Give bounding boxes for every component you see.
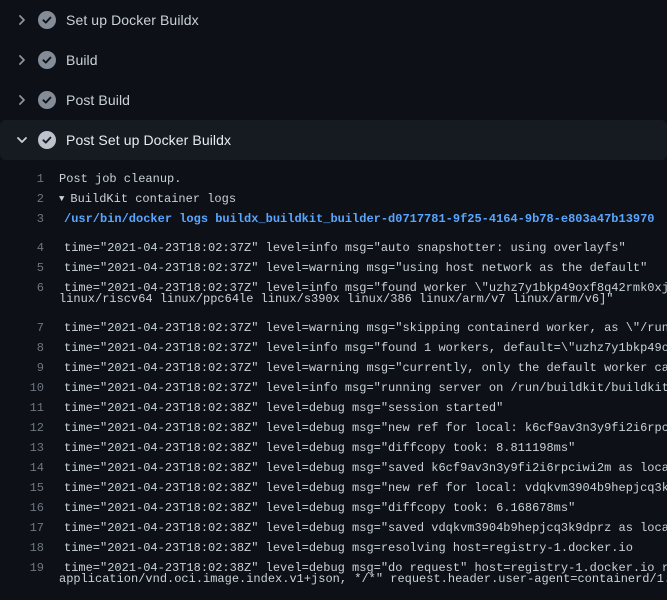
steps-list: Set up Docker Buildx Build Post Build Po… [0,0,667,160]
log-line: 20time="2021-04-23T18:02:38Z" level=debu… [0,589,667,600]
step-label: Set up Docker Buildx [66,12,199,28]
log-text: time="2021-04-23T18:02:38Z" level=debug … [44,458,667,469]
chevron-right-icon[interactable] [14,52,30,68]
log-text: time="2021-04-23T18:02:37Z" level=warnin… [44,318,667,329]
check-circle-icon [38,91,56,109]
line-number: 1 [0,169,44,189]
step-label: Build [66,52,98,68]
log-line: 4time="2021-04-23T18:02:37Z" level=info … [0,229,667,249]
collapse-triangle-icon[interactable]: ▼ [59,189,64,209]
log-text: time="2021-04-23T18:02:38Z" level=debug … [44,498,575,509]
line-number: 13 [0,438,44,449]
command-text[interactable]: /usr/bin/docker logs buildx_buildkit_bui… [44,209,655,229]
line-number: 8 [0,338,44,349]
log-line: 3/usr/bin/docker logs buildx_buildkit_bu… [0,209,667,229]
step-label: Post Set up Docker Buildx [66,132,231,148]
log-text: time="2021-04-23T18:02:38Z" level=debug … [44,398,503,409]
chevron-right-icon[interactable] [14,92,30,108]
line-number: 4 [0,238,44,249]
line-number [0,569,44,589]
log-text: time="2021-04-23T18:02:38Z" level=debug … [44,478,667,489]
line-number: 17 [0,518,44,529]
check-circle-icon [38,11,56,29]
log-text: ▼BuildKit container logs [44,189,236,209]
check-circle-icon [38,51,56,69]
step-row-set-up-docker-buildx[interactable]: Set up Docker Buildx [0,0,667,40]
log-text: time="2021-04-23T18:02:37Z" level=warnin… [44,258,647,269]
log-lines: 1Post job cleanup.2▼BuildKit container l… [0,160,667,600]
chevron-right-icon[interactable] [14,12,30,28]
step-row-build[interactable]: Build [0,40,667,80]
step-row-post-build[interactable]: Post Build [0,80,667,120]
log-line: 2▼BuildKit container logs [0,189,667,209]
line-number: 18 [0,538,44,549]
chevron-down-icon[interactable] [14,132,30,148]
line-number: 16 [0,498,44,509]
line-number: 14 [0,458,44,469]
step-row-post-set-up-docker-buildx[interactable]: Post Set up Docker Buildx [0,120,667,160]
line-number: 19 [0,558,44,569]
log-text: time="2021-04-23T18:02:37Z" level=warnin… [44,358,667,369]
line-number: 6 [0,278,44,289]
line-number: 7 [0,318,44,329]
log-text: Post job cleanup. [44,169,181,189]
log-line: 7time="2021-04-23T18:02:37Z" level=warni… [0,309,667,329]
log-text: time="2021-04-23T18:02:37Z" level=info m… [44,378,667,389]
log-text: time="2021-04-23T18:02:37Z" level=info m… [44,278,667,289]
line-number: 11 [0,398,44,409]
log-text: time="2021-04-23T18:02:38Z" level=debug … [44,438,575,449]
line-number: 15 [0,478,44,489]
log-text: application/vnd.oci.image.index.v1+json,… [44,569,667,589]
line-number [0,289,44,309]
log-text: time="2021-04-23T18:02:38Z" level=debug … [44,418,667,429]
log-text: time="2021-04-23T18:02:38Z" level=debug … [44,558,667,569]
step-label: Post Build [66,92,130,108]
log-line: 1Post job cleanup. [0,169,667,189]
log-text: time="2021-04-23T18:02:38Z" level=debug … [44,518,667,529]
line-number: 10 [0,378,44,389]
line-number: 9 [0,358,44,369]
line-number: 5 [0,258,44,269]
log-line: application/vnd.oci.image.index.v1+json,… [0,569,667,589]
log-line: linux/riscv64 linux/ppc64le linux/s390x … [0,289,667,309]
line-number: 12 [0,418,44,429]
log-text: time="2021-04-23T18:02:37Z" level=info m… [44,338,667,349]
line-number: 2 [0,189,44,209]
log-text: time="2021-04-23T18:02:38Z" level=debug … [44,538,633,549]
log-text: linux/riscv64 linux/ppc64le linux/s390x … [44,289,614,309]
line-number: 3 [0,209,44,229]
log-text: time="2021-04-23T18:02:37Z" level=info m… [44,238,626,249]
check-circle-icon [38,131,56,149]
